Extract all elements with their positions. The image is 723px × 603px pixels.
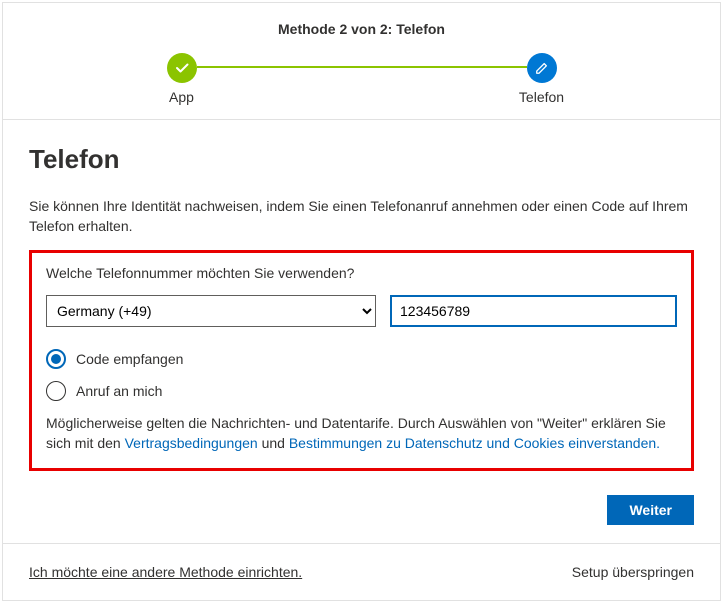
option-call-me[interactable]: Anruf an mich [46,381,677,401]
phone-setup-highlight: Welche Telefonnummer möchten Sie verwend… [29,250,694,471]
pencil-icon [527,53,557,83]
phone-number-input[interactable] [390,295,677,327]
step-phone-label: Telefon [519,89,564,105]
option-call-me-label: Anruf an mich [76,383,162,399]
wizard-step-title: Methode 2 von 2: Telefon [23,21,700,37]
radio-selected-icon [46,349,66,369]
radio-unselected-icon [46,381,66,401]
legal-mid: und [258,435,289,451]
page-title: Telefon [29,144,694,175]
country-code-select[interactable]: Germany (+49) [46,295,376,327]
option-receive-code-label: Code empfangen [76,351,183,367]
step-app-label: App [169,89,194,105]
legal-text: Möglicherweise gelten die Nachrichten- u… [46,413,677,454]
wizard-header: Methode 2 von 2: Telefon App Telefon [3,3,720,120]
alternate-method-link[interactable]: Ich möchte eine andere Methode einrichte… [29,564,302,580]
option-receive-code[interactable]: Code empfangen [46,349,677,369]
intro-text: Sie können Ihre Identität nachweisen, in… [29,197,694,236]
step-app: App [147,53,217,105]
step-connector [197,66,527,68]
setup-wizard: Methode 2 von 2: Telefon App Telefon Tel… [2,2,721,601]
wizard-footer: Ich möchte eine andere Methode einrichte… [3,543,720,600]
phone-input-row: Germany (+49) [46,295,677,327]
privacy-link[interactable]: Bestimmungen zu Datenschutz und Cookies … [289,435,660,451]
terms-link[interactable]: Vertragsbedingungen [125,435,258,451]
step-phone: Telefon [507,53,577,105]
checkmark-icon [167,53,197,83]
wizard-steps: App Telefon [147,53,577,105]
button-row: Weiter [3,481,720,543]
phone-question: Welche Telefonnummer möchten Sie verwend… [46,265,677,281]
skip-setup-link[interactable]: Setup überspringen [572,564,694,580]
next-button[interactable]: Weiter [607,495,694,525]
wizard-body: Telefon Sie können Ihre Identität nachwe… [3,120,720,481]
